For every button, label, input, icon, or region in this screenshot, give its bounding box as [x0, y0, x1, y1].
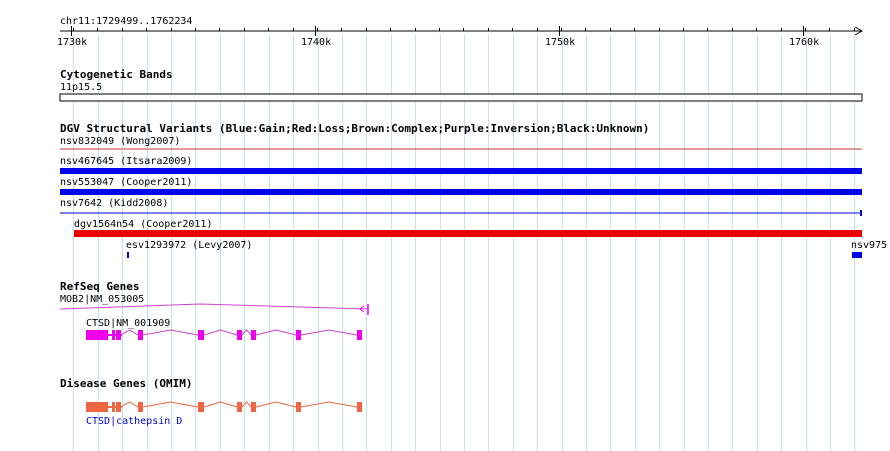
intron-line [120, 329, 139, 336]
ruler-tick-label: 1740k [301, 37, 331, 48]
omim-gene-label[interactable]: CTSD|cathepsin D [86, 416, 182, 427]
intron-line [255, 329, 297, 336]
exon-block [116, 402, 121, 412]
intron-line [241, 401, 252, 408]
intron-line [142, 329, 199, 336]
dgv-feature-label: nsv7642 (Kidd2008) [60, 198, 168, 209]
dgv-feature-label: nsv553047 (Cooper2011) [60, 177, 192, 188]
intron-line [241, 329, 252, 336]
dgv-feature-esv1293972[interactable] [127, 252, 129, 258]
track-title-cytoband[interactable]: Cytogenetic Bands [60, 68, 173, 81]
ruler-tick-label: 1750k [545, 37, 575, 48]
intron-line [300, 401, 358, 408]
exon-block [116, 330, 121, 340]
exon-block [357, 402, 362, 412]
dgv-feature-nsv7642-end [860, 210, 862, 216]
gene-ctsd-refseq[interactable] [86, 329, 362, 340]
exon-block [112, 402, 115, 412]
exon-block [86, 402, 108, 412]
dgv-feature-nsv467645[interactable] [60, 168, 862, 174]
ruler-tick-label: 1760k [789, 37, 819, 48]
dgv-feature-label: nsv832049 (Wong2007) [60, 136, 180, 147]
track-title-dgv[interactable]: DGV Structural Variants (Blue:Gain;Red:L… [60, 122, 649, 135]
exon-block [138, 402, 143, 412]
exon-block [112, 330, 115, 340]
dgv-feature-label: nsv467645 (Itsara2009) [60, 156, 192, 167]
dgv-feature-label: dgv1564n54 (Cooper2011) [74, 219, 212, 230]
intron-line [120, 401, 139, 408]
exon-block [296, 330, 301, 340]
ruler-tick-label: 1730k [57, 37, 87, 48]
exon-block [198, 402, 204, 412]
exon-block [251, 330, 256, 340]
exon-block [138, 330, 143, 340]
genome-browser-panel: chr11:1729499..1762234 1730k 1740k 1750k… [57, 16, 887, 451]
gene-ctsd-omim[interactable] [86, 401, 362, 412]
cytoband-label: 11p15.5 [60, 82, 102, 93]
track-title-omim[interactable]: Disease Genes (OMIM) [60, 377, 192, 390]
dgv-feature-nsv553047[interactable] [60, 189, 862, 195]
exon-block [296, 402, 301, 412]
dgv-feature-nsv975[interactable] [852, 252, 862, 258]
exon-block [237, 402, 242, 412]
cytoband-bar[interactable] [59, 93, 863, 102]
exon-block [86, 330, 108, 340]
intron-line [300, 329, 358, 336]
exon-block [251, 402, 256, 412]
intron-line [142, 401, 199, 408]
intron-line [255, 401, 297, 408]
gene-label: CTSD|NM_001909 [86, 318, 170, 329]
exon-block [198, 330, 204, 340]
dgv-feature-label: nsv975 [851, 240, 887, 251]
gene-label: MOB2|NM_053005 [60, 294, 144, 305]
region-label: chr11:1729499..1762234 [60, 16, 192, 27]
exon-block [357, 330, 362, 340]
exon-block [237, 330, 242, 340]
dgv-feature-dgv1564n54[interactable] [74, 230, 862, 237]
track-title-refseq[interactable]: RefSeq Genes [60, 280, 139, 293]
dgv-feature-label: esv1293972 (Levy2007) [126, 240, 252, 251]
